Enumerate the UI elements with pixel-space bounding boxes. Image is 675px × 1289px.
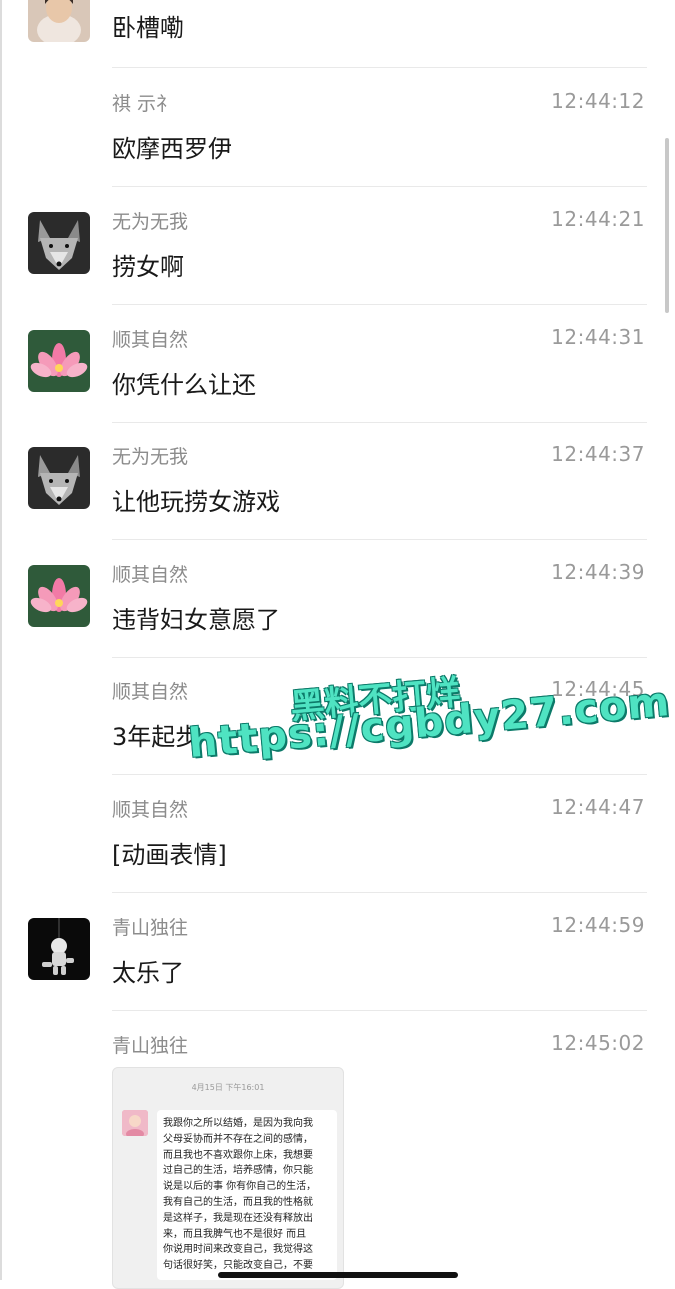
avatar[interactable] bbox=[28, 0, 90, 42]
message-text: 违背妇女意愿了 bbox=[112, 606, 280, 634]
sender-name: 顺其自然 bbox=[112, 681, 189, 703]
astronaut-icon bbox=[28, 918, 90, 980]
sender-name: 顺其自然 bbox=[112, 799, 189, 821]
message-time: 12:45:02 bbox=[551, 1031, 645, 1055]
avatar[interactable] bbox=[28, 918, 90, 980]
message-time: 12:44:39 bbox=[551, 560, 645, 584]
message-row[interactable]: 无为无我 12:44:37 让他玩捞女游戏 bbox=[0, 422, 675, 540]
message-text: 让他玩捞女游戏 bbox=[112, 488, 280, 516]
message-text: 欧摩西罗伊 bbox=[112, 135, 232, 163]
image-message[interactable]: 4月15日 下午16:01 我跟你之所以结婚，是因为我向我 父母妥协而并不存在之… bbox=[112, 1067, 344, 1289]
message-row[interactable]: 顺其自然 12:44:39 违背妇女意愿了 bbox=[0, 540, 675, 658]
message-row[interactable]: 青山独往 12:44:59 太乐了 bbox=[0, 893, 675, 1011]
wolf-icon bbox=[28, 212, 90, 274]
avatar[interactable] bbox=[28, 565, 90, 627]
avatar[interactable] bbox=[28, 330, 90, 392]
message-text: 捞女啊 bbox=[112, 253, 184, 281]
sender-name: 无为无我 bbox=[112, 211, 189, 233]
person-photo-icon bbox=[28, 0, 90, 42]
divider bbox=[112, 67, 647, 68]
lotus-icon bbox=[28, 330, 90, 392]
avatar[interactable] bbox=[28, 447, 90, 509]
image-timestamp: 4月15日 下午16:01 bbox=[191, 1083, 265, 1092]
message-row[interactable]: 无为无我 12:44:21 捞女啊 bbox=[0, 187, 675, 305]
message-time: 12:44:31 bbox=[551, 325, 645, 349]
scrollbar[interactable] bbox=[665, 138, 669, 313]
sender-name: 青山独往 bbox=[112, 1035, 189, 1057]
sender-name: 顺其自然 bbox=[112, 329, 189, 351]
sender-name: 青山独往 bbox=[112, 917, 189, 939]
avatar[interactable] bbox=[28, 212, 90, 274]
sender-name: 顺其自然 bbox=[112, 564, 189, 586]
lotus-icon bbox=[28, 565, 90, 627]
message-row[interactable]: 顺其自然 12:44:31 你凭什么让还 bbox=[0, 305, 675, 423]
message-time: 12:44:37 bbox=[551, 442, 645, 466]
sender-name: 无为无我 bbox=[112, 446, 189, 468]
message-row[interactable]: 祺 示礻 12:44:12 欧摩西罗伊 bbox=[0, 69, 675, 187]
message-time: 12:44:47 bbox=[551, 795, 645, 819]
wolf-icon bbox=[28, 447, 90, 509]
message-text: 卧槽嘞 bbox=[112, 14, 184, 42]
person-photo-icon bbox=[122, 1110, 148, 1136]
message-text: [动画表情] bbox=[112, 841, 227, 869]
message-time: 12:44:21 bbox=[551, 207, 645, 231]
message-text: 太乐了 bbox=[112, 959, 184, 987]
message-time: 12:44:12 bbox=[551, 89, 645, 113]
avatar bbox=[122, 1110, 148, 1136]
message-text: 你凭什么让还 bbox=[112, 371, 256, 399]
message-row[interactable]: 卧槽嘞 bbox=[0, 0, 675, 68]
image-message-text: 我跟你之所以结婚，是因为我向我 父母妥协而并不存在之间的感情， 而且我也不喜欢跟… bbox=[157, 1110, 337, 1280]
message-row[interactable]: 顺其自然 12:44:47 [动画表情] bbox=[0, 775, 675, 893]
home-indicator[interactable] bbox=[218, 1272, 458, 1278]
message-time: 12:44:59 bbox=[551, 913, 645, 937]
sender-name: 祺 示礻 bbox=[112, 93, 176, 115]
